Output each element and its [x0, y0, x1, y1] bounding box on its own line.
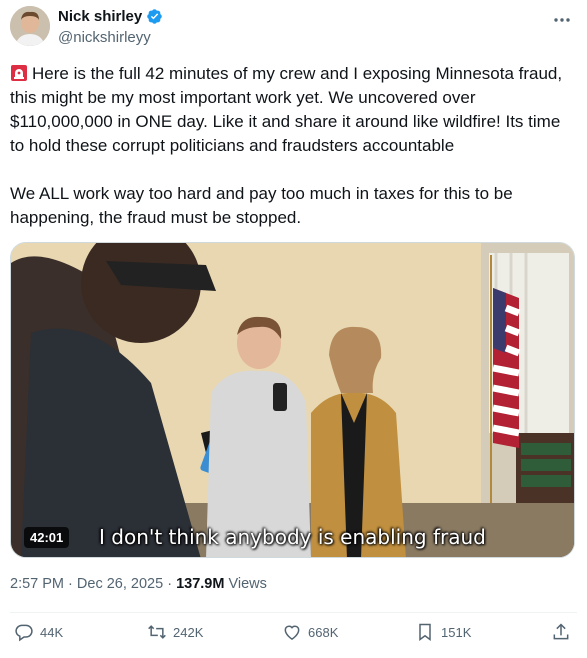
- reply-count: 44K: [40, 624, 64, 640]
- tweet-paragraph-1: Here is the full 42 minutes of my crew a…: [10, 64, 567, 155]
- views-label: Views: [228, 576, 267, 592]
- video-thumbnail: [11, 243, 574, 557]
- tweet-date[interactable]: Dec 26, 2025: [77, 576, 163, 592]
- video-player[interactable]: 42:01 I don't think anybody is enabling …: [10, 242, 575, 558]
- views-count: 137.9M: [176, 576, 225, 592]
- repost-icon: [148, 625, 166, 639]
- avatar[interactable]: [10, 6, 50, 46]
- video-duration: 42:01: [24, 527, 70, 548]
- repost-count: 242K: [173, 624, 204, 640]
- bookmark-icon: [419, 623, 431, 641]
- tweet-text: Here is the full 42 minutes of my crew a…: [10, 62, 570, 230]
- more-icon[interactable]: [551, 10, 573, 30]
- author-name[interactable]: Nick shirley: [58, 8, 142, 25]
- author-name-row: Nick shirley: [58, 8, 163, 25]
- divider: [10, 612, 577, 613]
- author-handle[interactable]: @nickshirleyy: [58, 29, 151, 46]
- tweet-header: Nick shirley @nickshirleyy: [10, 6, 577, 50]
- share-icon: [553, 623, 569, 640]
- repost-button[interactable]: 242K: [147, 622, 203, 642]
- verified-badge-icon: [146, 8, 163, 25]
- action-bar: 44K 242K 668K 151K: [10, 622, 575, 652]
- tweet-meta: 2:57 PM · Dec 26, 2025 · 137.9M Views: [10, 576, 267, 592]
- reply-icon: [15, 624, 33, 642]
- like-count: 668K: [308, 624, 339, 640]
- siren-emoji-icon: [10, 64, 28, 82]
- share-button[interactable]: [551, 622, 571, 642]
- meta-separator: ·: [167, 576, 173, 592]
- bookmark-count: 151K: [441, 624, 472, 640]
- tweet-paragraph-2: We ALL work way too hard and pay too muc…: [10, 184, 518, 227]
- like-button[interactable]: 668K: [282, 622, 338, 642]
- tweet-time[interactable]: 2:57 PM: [10, 576, 64, 592]
- video-caption: I don't think anybody is enabling fraud: [99, 525, 486, 549]
- like-icon: [284, 625, 300, 640]
- bookmark-button[interactable]: 151K: [415, 622, 471, 642]
- reply-button[interactable]: 44K: [14, 622, 63, 642]
- meta-separator: ·: [68, 576, 73, 592]
